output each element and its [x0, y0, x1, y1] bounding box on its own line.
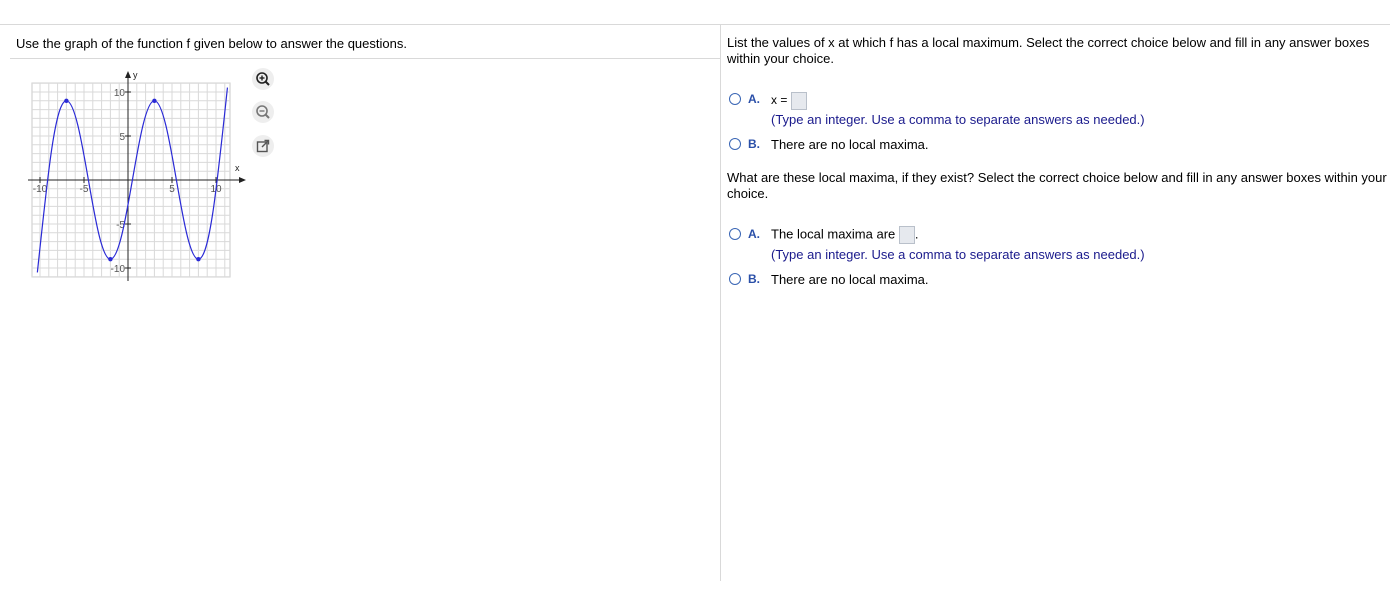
y-tick-label: 5 — [119, 132, 125, 143]
x-tick-label: -5 — [80, 184, 89, 195]
q1-option-a[interactable]: A. — [729, 92, 760, 106]
q1-option-a-hint: (Type an integer. Use a comma to separat… — [771, 112, 1145, 127]
left-separator — [10, 58, 720, 59]
popout-icon — [256, 139, 270, 153]
q1-option-b-text: There are no local maxima. — [771, 137, 929, 152]
x-tick-label: 5 — [169, 184, 175, 195]
q2-option-a-radio[interactable] — [729, 228, 741, 240]
q1-option-b-radio[interactable] — [729, 138, 741, 150]
x-axis-arrow — [239, 177, 246, 183]
q2-option-b-radio[interactable] — [729, 273, 741, 285]
q1-option-a-radio[interactable] — [729, 93, 741, 105]
extremum-point — [152, 98, 157, 103]
q2-option-b[interactable]: B. — [729, 272, 760, 286]
zoom-in-button[interactable] — [252, 68, 274, 90]
zoom-in-icon — [256, 72, 270, 86]
zoom-out-icon — [256, 105, 270, 119]
zoom-out-button[interactable] — [252, 101, 274, 123]
y-tick-label: -10 — [111, 264, 126, 275]
y-axis-label: y — [133, 70, 138, 80]
q2-option-a[interactable]: A. — [729, 227, 760, 241]
q1-option-a-letter: A. — [748, 92, 760, 106]
q2-option-a-letter: A. — [748, 227, 760, 241]
q1-option-a-label: x = — [771, 93, 788, 108]
q1-answer-box[interactable] — [790, 92, 807, 110]
extremum-point — [108, 257, 113, 262]
y-tick-label: 10 — [114, 88, 126, 99]
question-1-text: List the values of x at which f has a lo… — [727, 35, 1370, 66]
function-graph: xy -10 -5 5 10105-5-10 — [28, 70, 246, 281]
extremum-point — [64, 98, 69, 103]
q1-option-a-content: x = — [771, 92, 807, 110]
q2-option-a-hint: (Type an integer. Use a comma to separat… — [771, 247, 1145, 262]
q2-answer-box[interactable] — [898, 226, 915, 244]
left-panel: Use the graph of the function f given be… — [0, 25, 720, 592]
q2-option-a-period: . — [914, 226, 919, 242]
popout-button[interactable] — [252, 135, 274, 157]
q2-option-b-text: There are no local maxima. — [771, 272, 929, 287]
question-2-text: What are these local maxima, if they exi… — [727, 170, 1387, 201]
x-tick-label: -10 — [33, 184, 48, 195]
y-axis-arrow — [125, 71, 131, 78]
q1-option-b[interactable]: B. — [729, 137, 760, 151]
extremum-point — [196, 257, 201, 262]
q2-option-b-letter: B. — [748, 272, 760, 286]
left-instruction: Use the graph of the function f given be… — [16, 36, 407, 51]
panel-divider — [720, 25, 721, 581]
q2-option-a-label: The local maxima are — [771, 226, 896, 242]
x-axis-label: x — [235, 163, 240, 173]
q2-option-a-content: The local maxima are . — [771, 226, 919, 244]
q1-option-b-letter: B. — [748, 137, 760, 151]
